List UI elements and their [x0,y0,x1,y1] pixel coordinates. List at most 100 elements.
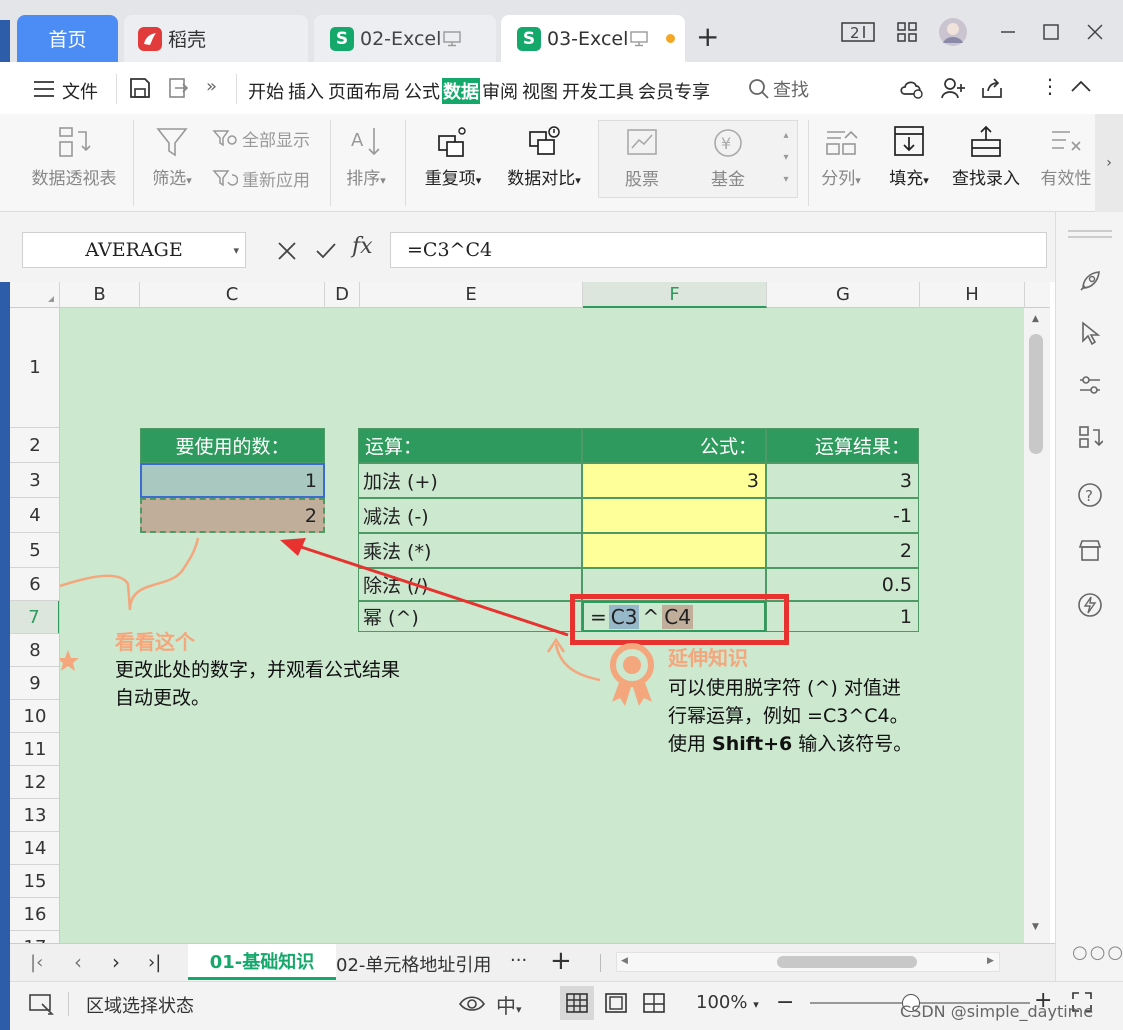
select-all-corner[interactable] [10,282,60,308]
panel-more-icon[interactable]: ○○○ [1072,942,1123,963]
grid-apps-icon[interactable] [892,18,922,46]
menu-tab-member[interactable]: 会员专享 [638,78,710,104]
menu-tab-data[interactable]: 数据 [442,78,480,104]
scroll-up-arrow[interactable]: ▲ [1032,314,1039,324]
first-sheet-icon[interactable]: |‹ [30,952,43,973]
row-header-3[interactable]: 3 [10,463,59,498]
worksheet-grid[interactable]: 要使用的数： 1 2 运算： 公式： 运算结果： 加法 (+) 3 3 减法 (… [60,308,1024,943]
minimize-button[interactable] [993,18,1023,46]
row-header-17[interactable]: 17 [10,931,59,943]
hamburger-icon[interactable] [33,80,55,98]
menu-tab-formula[interactable]: 公式 [404,78,440,104]
collapse-ribbon-icon[interactable] [1070,78,1092,94]
column-header-e[interactable]: E [360,282,583,308]
maximize-button[interactable] [1036,18,1066,46]
export-pdf-icon[interactable] [166,76,190,100]
zoom-level[interactable]: 100% ▾ [696,992,759,1013]
macro-record-icon[interactable] [28,992,54,1016]
vertical-scrollbar[interactable]: ▲ ▼ [1024,308,1050,943]
help-icon[interactable]: ? [1073,478,1107,512]
confirm-edit-icon[interactable] [314,240,338,262]
page-layout-view-icon[interactable] [604,992,628,1014]
fill-button[interactable]: 填充▾ [884,114,934,189]
column-header-c[interactable]: C [140,282,325,308]
name-box[interactable]: AVERAGE ▾ [22,232,246,268]
scroll-left-arrow[interactable]: ◀ [621,956,628,966]
duplicate-button[interactable]: 重复项▾ [418,114,488,189]
lightning-icon[interactable] [1073,588,1107,622]
split-column-button[interactable]: 分列▾ [816,114,866,189]
column-header-f[interactable]: F [583,282,767,308]
prev-sheet-icon[interactable]: ‹ [74,950,82,974]
share-icon[interactable] [980,76,1004,100]
formula-input[interactable]: =C3^C4 [390,232,1047,268]
row-header-13[interactable]: 13 [10,799,59,832]
sheet-tab-active[interactable]: 01-基础知识 [188,944,336,980]
horizontal-scroll-thumb[interactable] [777,956,917,968]
row-header-7[interactable]: 7 [10,601,59,634]
next-sheet-icon[interactable]: › [112,950,120,974]
zoom-out-button[interactable]: − [776,992,794,1014]
sort-button[interactable]: A 排序▾ [342,114,390,189]
reapply-button[interactable]: 重新应用 [212,166,310,191]
ribbon-scroll-right[interactable]: › [1095,114,1123,212]
search-box[interactable]: 查找 [748,76,809,102]
row-header-16[interactable]: 16 [10,898,59,931]
menu-tab-start[interactable]: 开始 [248,78,284,104]
screen-mode-button[interactable]: 2 [840,18,876,46]
more-options-icon[interactable]: ⋮ [1040,76,1060,96]
row-header-9[interactable]: 9 [10,667,59,700]
sort-transform-icon[interactable] [1073,420,1107,454]
row-header-14[interactable]: 14 [10,832,59,865]
cloud-sync-icon[interactable] [898,76,926,100]
new-tab-button[interactable]: + [696,22,719,52]
menu-file[interactable]: 文件 [62,78,98,104]
eye-protection-icon[interactable] [458,992,486,1016]
row-header-2[interactable]: 2 [10,428,59,463]
more-sheets-icon[interactable]: ··· [510,950,527,971]
user-avatar[interactable] [938,18,968,46]
show-all-button[interactable]: 全部显示 [212,126,310,151]
menu-tab-developer[interactable]: 开发工具 [562,78,634,104]
gallery-scroll-arrows[interactable]: ▴ ▾ ▾ [777,125,795,191]
save-icon[interactable] [128,76,152,100]
sheet-tab-next[interactable]: 02-单元格地址引用 [336,951,491,977]
tab-home[interactable]: 首页 [17,15,118,62]
column-header-h[interactable]: H [920,282,1025,308]
cursor-select-icon[interactable] [1073,316,1107,350]
column-header-g[interactable]: G [767,282,920,308]
row-header-4[interactable]: 4 [10,498,59,533]
menu-tab-insert[interactable]: 插入 [288,78,324,104]
tab-file-03[interactable]: S 03-Excel [501,15,685,62]
cancel-edit-icon[interactable] [276,240,298,262]
rocket-icon[interactable] [1073,264,1107,298]
data-compare-button[interactable]: 数据对比▾ [500,114,588,189]
page-break-view-icon[interactable] [642,992,666,1014]
fund-button[interactable]: ¥ 基金 [699,121,757,190]
tab-file-02[interactable]: S 02-Excel [314,15,496,62]
row-header-6[interactable]: 6 [10,568,59,601]
menu-tab-review[interactable]: 审阅 [482,78,518,104]
insert-function-icon[interactable]: fx [352,234,373,259]
normal-view-button[interactable] [560,986,594,1020]
last-sheet-icon[interactable]: ›| [148,952,161,973]
column-header-d[interactable]: D [325,282,360,308]
vertical-scroll-thumb[interactable] [1029,334,1043,454]
row-header-1[interactable]: 1 [10,308,59,428]
row-header-10[interactable]: 10 [10,700,59,733]
close-window-button[interactable] [1080,18,1110,46]
row-header-15[interactable]: 15 [10,865,59,898]
menu-tab-layout[interactable]: 页面布局 [328,78,400,104]
more-chevrons-icon[interactable]: » [206,76,217,97]
ime-cn-icon[interactable]: 中▾ [496,990,522,1019]
stock-button[interactable]: 股票 [613,121,671,190]
horizontal-scrollbar[interactable]: ◀ ▶ [616,952,1000,972]
row-header-5[interactable]: 5 [10,533,59,568]
tab-daoke[interactable]: 稻壳 [124,15,308,62]
lookup-entry-button[interactable]: 查找录入 [948,114,1024,189]
validity-button[interactable]: 有效性 [1036,114,1096,189]
scroll-down-arrow[interactable]: ▼ [1032,922,1039,932]
row-header-12[interactable]: 12 [10,766,59,799]
filter-button[interactable]: 筛选▾ [146,114,198,189]
row-header-11[interactable]: 11 [10,733,59,766]
